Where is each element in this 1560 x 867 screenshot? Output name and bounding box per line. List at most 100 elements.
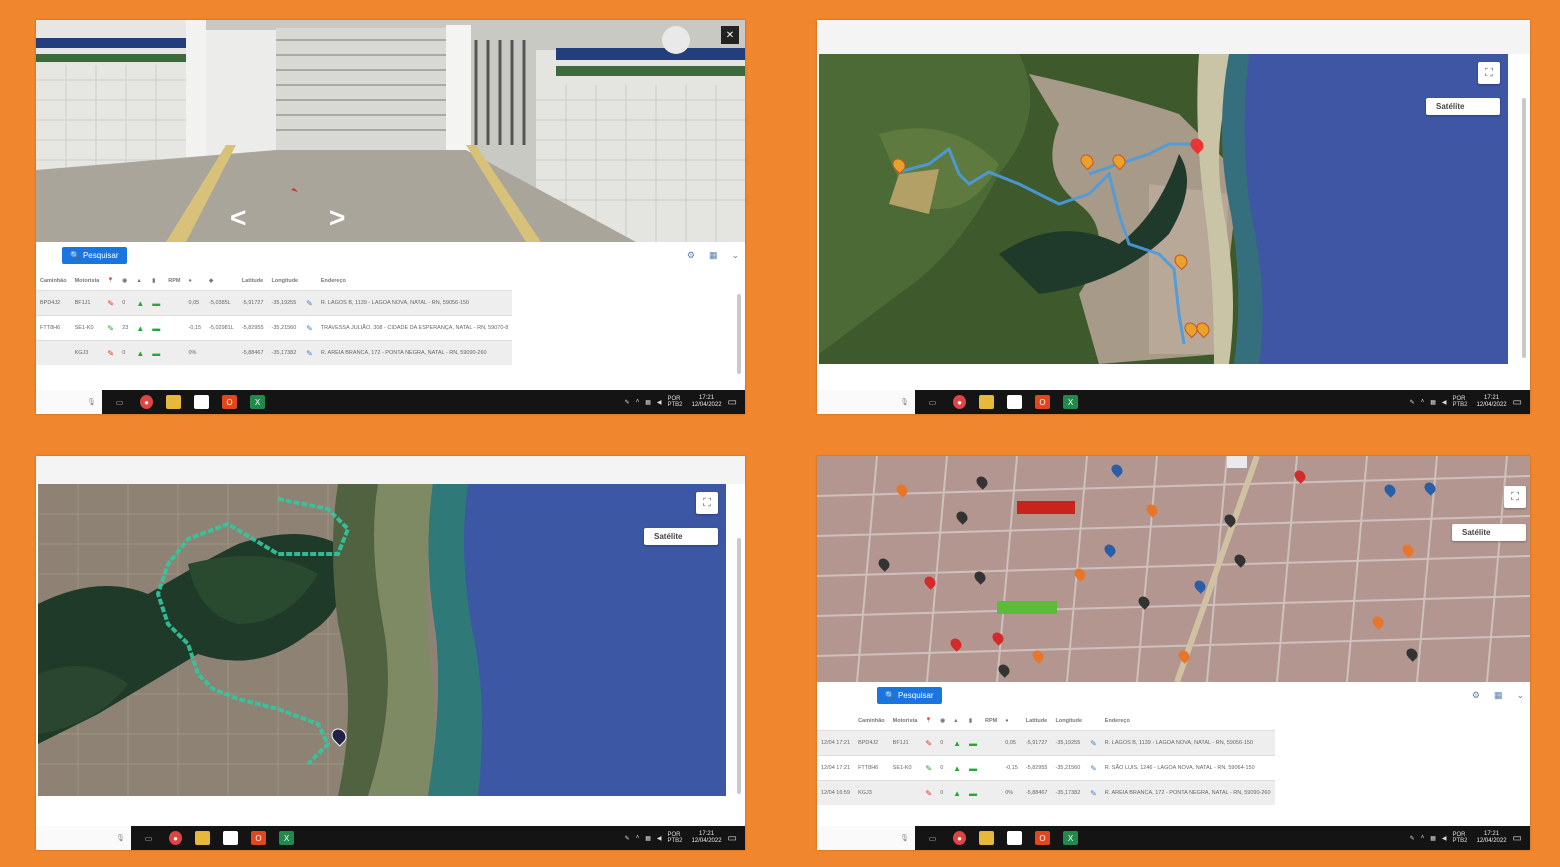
office-icon[interactable]: O xyxy=(1035,395,1050,409)
green-label-tag[interactable] xyxy=(997,601,1057,614)
close-icon[interactable]: ✕ xyxy=(721,26,739,44)
satellite-map[interactable]: ⛶ Satélite xyxy=(38,484,726,796)
network-icon[interactable]: ▦ xyxy=(645,835,651,842)
excel-icon[interactable]: X xyxy=(250,395,265,409)
search-button[interactable]: 🔍 Pesquisar xyxy=(62,247,127,264)
pen-icon[interactable]: ✎ xyxy=(625,835,630,842)
header-motorista[interactable]: Motorista xyxy=(889,712,922,731)
map-type-select[interactable]: Satélite xyxy=(1426,98,1500,115)
page-scrollbar[interactable] xyxy=(1522,98,1526,358)
pen-icon[interactable]: ✎ xyxy=(625,399,630,406)
satellite-map[interactable]: ⛶ Satélite xyxy=(819,54,1508,364)
calendar-icon[interactable]: ▦ xyxy=(1494,690,1503,701)
edit-icon[interactable]: ✎ xyxy=(302,340,317,365)
header-motorista[interactable]: Motorista xyxy=(71,272,104,291)
chrome-icon[interactable]: ● xyxy=(953,395,966,409)
file-explorer-icon[interactable] xyxy=(166,395,181,409)
file-explorer-icon[interactable] xyxy=(195,831,210,845)
clock[interactable]: 17:21 12/04/2022 xyxy=(1477,831,1507,845)
page-scrollbar[interactable] xyxy=(737,538,741,794)
task-view-icon[interactable]: ▭ xyxy=(141,831,156,845)
taskbar-search[interactable]: 🎙 xyxy=(36,826,131,850)
edit-icon[interactable]: ✎ xyxy=(1086,755,1101,781)
chrome-icon[interactable]: ● xyxy=(169,831,182,845)
task-view-icon[interactable]: ▭ xyxy=(925,395,940,409)
settings-icon[interactable]: ⚙ xyxy=(1472,690,1480,701)
microphone-icon[interactable]: 🎙 xyxy=(900,398,909,406)
tray-arrow-icon[interactable]: ˄ xyxy=(636,835,640,841)
prev-arrow[interactable]: < xyxy=(230,202,246,234)
header-longitude[interactable]: Longitude xyxy=(1052,712,1087,731)
task-view-icon[interactable]: ▭ xyxy=(925,831,940,845)
header-latitude[interactable]: Latitude xyxy=(1022,712,1052,731)
pen-icon[interactable]: ✎ xyxy=(1410,835,1415,842)
chevron-down-icon[interactable]: ⌄ xyxy=(1516,690,1524,701)
table-row[interactable]: 12/04 17:21 BPD4J2 BF1J1 ✎ 0 ▲ ▬ 0,05 -5,91… xyxy=(817,730,1275,756)
header-caminhao[interactable]: Caminhão xyxy=(36,272,71,291)
pen-icon[interactable]: ✎ xyxy=(1410,399,1415,406)
network-icon[interactable]: ▦ xyxy=(1430,399,1436,406)
tray-arrow-icon[interactable]: ˄ xyxy=(636,399,640,405)
excel-icon[interactable]: X xyxy=(1063,395,1078,409)
fullscreen-icon[interactable]: ⛶ xyxy=(1478,62,1500,84)
fullscreen-icon[interactable]: ⛶ xyxy=(696,492,718,514)
table-row[interactable]: 12/04 16:59 KGJ3 ✎ 0 ▲ ▬ 0% -5,88467 -35,17… xyxy=(817,780,1275,805)
clock[interactable]: 17:21 12/04/2022 xyxy=(692,831,722,845)
edit-icon[interactable]: ✎ xyxy=(302,315,317,341)
table-row[interactable]: BPD4J2 BF1J1 ✎ 0 ▲ ▬ 0,05 -5,0385L -5,91727-… xyxy=(36,290,513,316)
notification-icon[interactable]: ▭ xyxy=(1513,833,1522,844)
store-icon[interactable] xyxy=(194,395,209,409)
header-endereco[interactable]: Endereço xyxy=(317,272,512,291)
notification-icon[interactable]: ▭ xyxy=(1513,397,1522,408)
store-icon[interactable] xyxy=(1007,831,1022,845)
chevron-down-icon[interactable]: ⌄ xyxy=(731,250,739,261)
store-icon[interactable] xyxy=(1007,395,1022,409)
file-explorer-icon[interactable] xyxy=(979,831,994,845)
map-type-select[interactable]: Satélite xyxy=(644,528,718,545)
header-rpm[interactable]: RPM xyxy=(981,712,1001,731)
settings-icon[interactable]: ⚙ xyxy=(687,250,695,261)
edit-icon[interactable]: ✎ xyxy=(302,290,317,316)
edit-icon[interactable]: ✎ xyxy=(1086,780,1101,805)
notification-icon[interactable]: ▭ xyxy=(728,833,737,844)
office-icon[interactable]: O xyxy=(222,395,237,409)
taskbar-search[interactable]: 🎙 xyxy=(36,390,102,414)
header-endereco[interactable]: Endereço xyxy=(1101,712,1275,731)
clock[interactable]: 17:21 12/04/2022 xyxy=(692,395,722,409)
store-icon[interactable] xyxy=(223,831,238,845)
table-row[interactable]: FTT8H6 SE1-K0 ✎ 23 ▲ ▬ -0,15 -5,02981L -5,82… xyxy=(36,315,513,341)
red-label-tag[interactable] xyxy=(1017,501,1075,514)
header-caminhao[interactable]: Caminhão xyxy=(854,712,889,731)
search-button[interactable]: 🔍 Pesquisar xyxy=(877,687,942,704)
notification-icon[interactable]: ▭ xyxy=(728,397,737,408)
microphone-icon[interactable]: 🎙 xyxy=(116,834,125,842)
header-longitude[interactable]: Longitude xyxy=(268,272,303,291)
taskbar-search[interactable]: 🎙 xyxy=(817,390,915,414)
volume-icon[interactable]: ◀ xyxy=(1442,835,1447,842)
chrome-icon[interactable]: ● xyxy=(140,395,153,409)
volume-icon[interactable]: ◀ xyxy=(657,399,662,406)
microphone-icon[interactable]: 🎙 xyxy=(900,834,909,842)
table-row[interactable]: 12/04 17:21 FTT8H6 SE1-K0 ✎ 0 ▲ ▬ -0,15 -5,… xyxy=(817,755,1275,781)
excel-icon[interactable]: X xyxy=(1063,831,1078,845)
clock[interactable]: 17:21 12/04/2022 xyxy=(1477,395,1507,409)
street-view-image[interactable]: < > ✕ xyxy=(36,20,745,242)
calendar-icon[interactable]: ▦ xyxy=(709,250,718,261)
header-latitude[interactable]: Latitude xyxy=(238,272,268,291)
header-rpm[interactable]: RPM xyxy=(164,272,184,291)
taskbar-search[interactable]: 🎙 xyxy=(817,826,915,850)
excel-icon[interactable]: X xyxy=(279,831,294,845)
microphone-icon[interactable]: 🎙 xyxy=(87,398,96,406)
tray-arrow-icon[interactable]: ˄ xyxy=(1421,835,1425,841)
satellite-map[interactable]: ⛶ Satélite xyxy=(817,456,1530,682)
fullscreen-icon[interactable]: ⛶ xyxy=(1504,486,1526,508)
office-icon[interactable]: O xyxy=(251,831,266,845)
map-type-select[interactable]: Satélite xyxy=(1452,524,1526,541)
office-icon[interactable]: O xyxy=(1035,831,1050,845)
network-icon[interactable]: ▦ xyxy=(1430,835,1436,842)
edit-icon[interactable]: ✎ xyxy=(1086,730,1101,756)
file-explorer-icon[interactable] xyxy=(979,395,994,409)
task-view-icon[interactable]: ▭ xyxy=(112,395,127,409)
volume-icon[interactable]: ◀ xyxy=(657,835,662,842)
table-row[interactable]: KGJ3 ✎ 0 ▲ ▬ 0% -5,88467 -35,17382 ✎ R. AREI… xyxy=(36,340,513,365)
